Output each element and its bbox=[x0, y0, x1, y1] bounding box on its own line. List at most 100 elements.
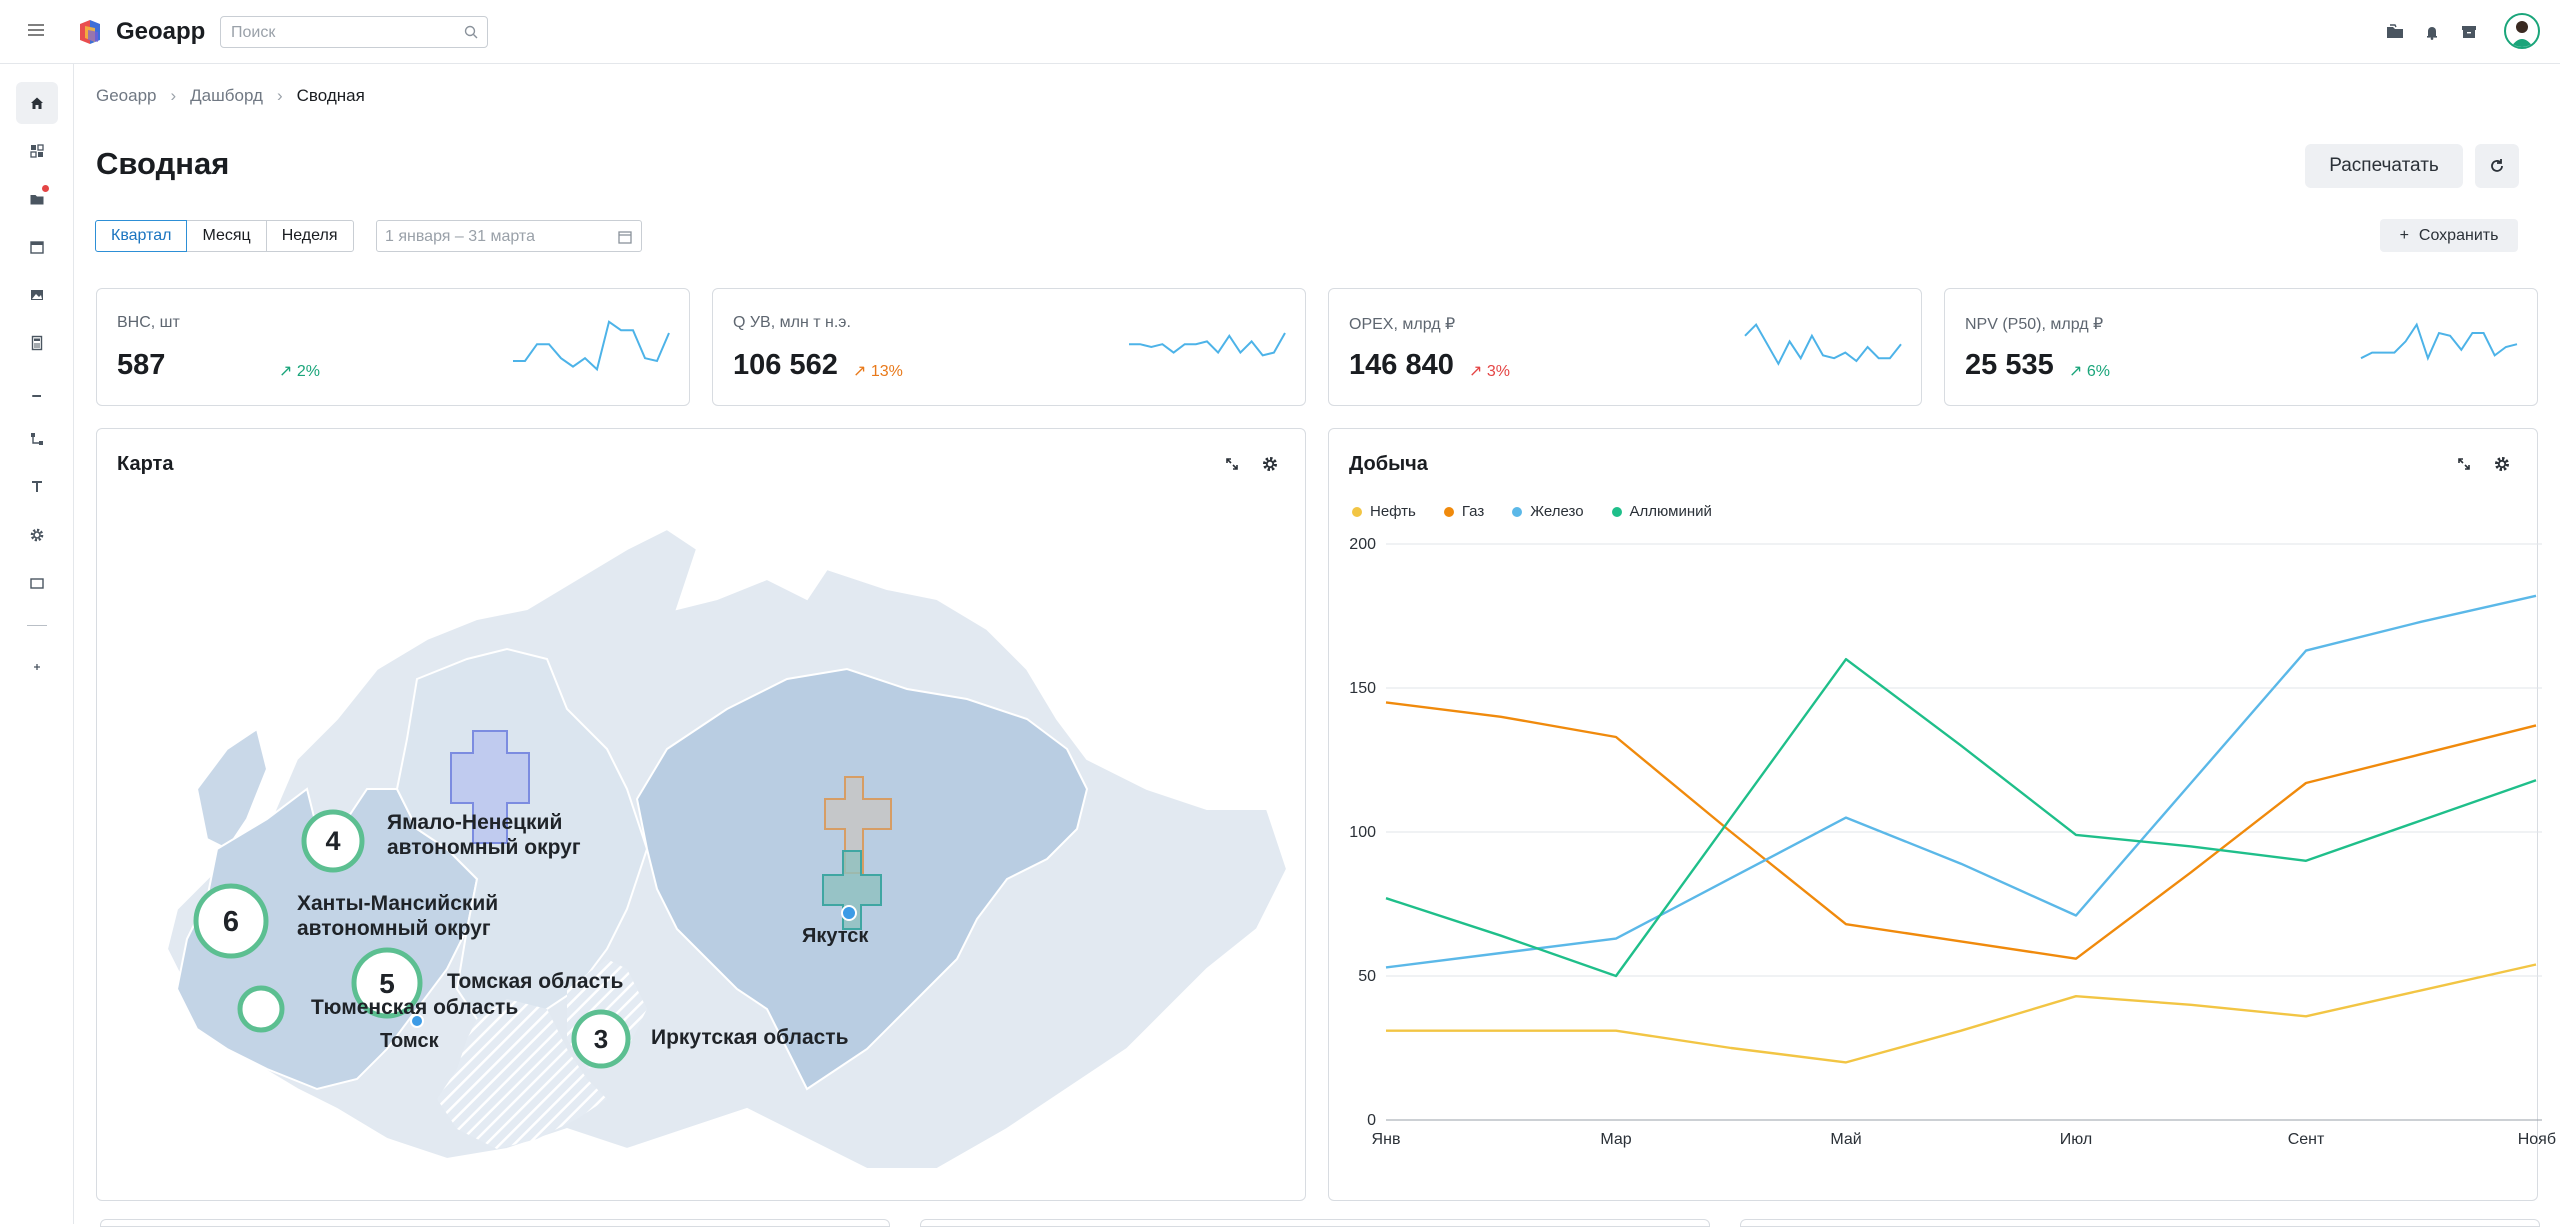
map-label-yamal: Ямало-Ненецкий автономный округ bbox=[387, 811, 581, 859]
series-line-Газ[interactable] bbox=[1385, 701, 2537, 960]
page-title: Сводная bbox=[96, 146, 230, 181]
x-tick-label: Нояб bbox=[2518, 1131, 2556, 1148]
sidebar-add-button[interactable] bbox=[16, 646, 58, 688]
avatar[interactable] bbox=[2504, 13, 2540, 49]
breadcrumb: Geoapp › Дашборд › Сводная bbox=[96, 86, 365, 106]
map-label-irkutsk: Иркутская область bbox=[651, 1026, 849, 1049]
kpi-value: 146 840 bbox=[1349, 349, 1454, 381]
bell-icon[interactable] bbox=[2420, 20, 2444, 44]
breadcrumb-item-current: Сводная bbox=[296, 86, 365, 105]
legend-swatch bbox=[1611, 506, 1622, 517]
series-line-Нефть[interactable] bbox=[1386, 963, 2537, 1064]
series-line-Аллюминий[interactable] bbox=[1385, 657, 2537, 978]
map-label-tomsk-oblast: Томская область bbox=[447, 970, 624, 993]
sidebar-item-structure[interactable] bbox=[16, 418, 58, 460]
arrow-up-right-icon: ↗ bbox=[2069, 363, 2083, 380]
app-name: Geoapp bbox=[116, 18, 206, 45]
chevron-right-icon: › bbox=[276, 86, 283, 105]
kpi-delta-value: 3% bbox=[1486, 363, 1510, 380]
bottom-card bbox=[100, 1219, 890, 1227]
refresh-icon bbox=[2491, 159, 2503, 172]
legend-swatch bbox=[1512, 506, 1523, 517]
map-label-hmao: Ханты-Мансийский автономный округ bbox=[297, 892, 499, 940]
legend-label: Газ bbox=[1461, 503, 1485, 520]
sidebar-item-text[interactable] bbox=[16, 466, 58, 508]
date-range-placeholder: 1 января – 31 марта bbox=[385, 228, 535, 245]
sidebar-item-settings[interactable] bbox=[16, 514, 58, 556]
hierarchy-icon bbox=[31, 433, 43, 445]
sidebar-item-calculator[interactable] bbox=[16, 322, 58, 364]
print-button[interactable]: Распечатать bbox=[2305, 144, 2463, 188]
legend-item[interactable]: Железо bbox=[1512, 503, 1584, 520]
tab-week[interactable]: Неделя bbox=[265, 220, 354, 252]
sparkline bbox=[1744, 322, 1902, 366]
sparkline bbox=[1129, 332, 1286, 357]
sidebar-item-home[interactable] bbox=[16, 82, 58, 124]
sidebar-item-library[interactable] bbox=[16, 370, 58, 412]
y-tick-label: 100 bbox=[1349, 824, 1376, 841]
sidebar-item-window[interactable] bbox=[16, 562, 58, 604]
period-selector: Квартал Месяц Неделя bbox=[95, 220, 354, 252]
kpi-label: ВНС, шт bbox=[117, 314, 180, 331]
gear-icon[interactable] bbox=[1259, 453, 1281, 475]
tab-month[interactable]: Месяц bbox=[186, 220, 267, 252]
kpi-value: 25 535 bbox=[1965, 349, 2054, 381]
legend-item[interactable]: Нефть bbox=[1352, 503, 1416, 520]
kpi-delta: ↗ 6% bbox=[2069, 361, 2110, 381]
expand-icon[interactable] bbox=[1221, 453, 1243, 475]
series-line-Железо[interactable] bbox=[1385, 594, 2537, 969]
sidebar-item-calendar[interactable] bbox=[16, 226, 58, 268]
y-tick-label: 150 bbox=[1349, 680, 1376, 697]
folder-icon[interactable] bbox=[2383, 20, 2407, 44]
y-tick-label: 0 bbox=[1367, 1112, 1376, 1129]
search-input[interactable]: Поиск bbox=[220, 16, 488, 48]
legend-swatch bbox=[1443, 506, 1454, 517]
save-button[interactable]: + Сохранить bbox=[2380, 219, 2518, 252]
cluster-tyumen[interactable] bbox=[237, 985, 285, 1033]
sidebar-item-images[interactable] bbox=[16, 274, 58, 316]
sparkline-path bbox=[1129, 332, 1286, 357]
calendar-icon bbox=[30, 241, 44, 254]
menu-icon[interactable] bbox=[26, 22, 48, 40]
home-icon bbox=[31, 97, 43, 109]
legend-label: Железо bbox=[1530, 503, 1584, 520]
legend-item[interactable]: Газ bbox=[1443, 503, 1485, 520]
breadcrumb-item-dashboard[interactable]: Дашборд bbox=[190, 86, 263, 106]
line-chart[interactable]: 0 50 100 150 200 Янв Мар Май Июл Сент Нояб bbox=[1320, 530, 2560, 1150]
map-canvas[interactable]: 4 6 5 3 bbox=[107, 489, 1297, 1189]
kpi-label: NPV (P50), млрд ₽ bbox=[1965, 316, 2104, 333]
cluster-count: 6 bbox=[223, 906, 239, 938]
sidebar-item-files[interactable] bbox=[16, 178, 58, 220]
window-icon bbox=[30, 578, 44, 589]
tab-quarter[interactable]: Квартал bbox=[95, 220, 188, 252]
archive-icon[interactable] bbox=[2457, 20, 2481, 44]
plus-icon: + bbox=[2399, 227, 2409, 244]
panel-title: Добыча bbox=[1349, 453, 1428, 475]
notification-dot bbox=[42, 185, 49, 192]
cluster-irkutsk[interactable]: 3 bbox=[571, 1009, 631, 1069]
gear-icon[interactable] bbox=[2491, 453, 2513, 475]
kpi-value: 587 bbox=[117, 349, 166, 381]
search-placeholder: Поиск bbox=[231, 24, 276, 41]
legend-label: Аллюминий bbox=[1629, 503, 1712, 520]
calendar-icon bbox=[618, 231, 632, 244]
top-bar: Geoapp Поиск bbox=[0, 0, 2560, 64]
kpi-label: OPEX, млрд ₽ bbox=[1349, 316, 1456, 333]
date-range-input[interactable]: 1 января – 31 марта bbox=[376, 220, 642, 252]
legend-item[interactable]: Аллюминий bbox=[1611, 503, 1712, 520]
kpi-card-opex: OPEX, млрд ₽ 146 840 ↗ 3% bbox=[1328, 288, 1922, 406]
cluster-count: 4 bbox=[325, 826, 340, 856]
x-tick-label: Янв bbox=[1372, 1131, 1401, 1148]
arrow-up-right-icon: ↗ bbox=[853, 363, 867, 380]
refresh-button[interactable] bbox=[2475, 144, 2519, 188]
map-city-yakutsk-dot[interactable] bbox=[841, 905, 857, 921]
breadcrumb-item-geoapp[interactable]: Geoapp bbox=[96, 86, 157, 106]
logo bbox=[74, 16, 106, 48]
expand-icon[interactable] bbox=[2453, 453, 2475, 475]
plus-icon bbox=[34, 664, 40, 670]
kpi-card-quv: Q УВ, млн т н.э. 106 562 ↗ 13% bbox=[712, 288, 1306, 406]
sidebar-item-dashboards[interactable] bbox=[16, 130, 58, 172]
map-label-yakutsk: Якутск bbox=[802, 925, 869, 947]
cluster-hmao[interactable]: 6 bbox=[193, 883, 269, 959]
cluster-yamal[interactable]: 4 bbox=[301, 809, 365, 873]
